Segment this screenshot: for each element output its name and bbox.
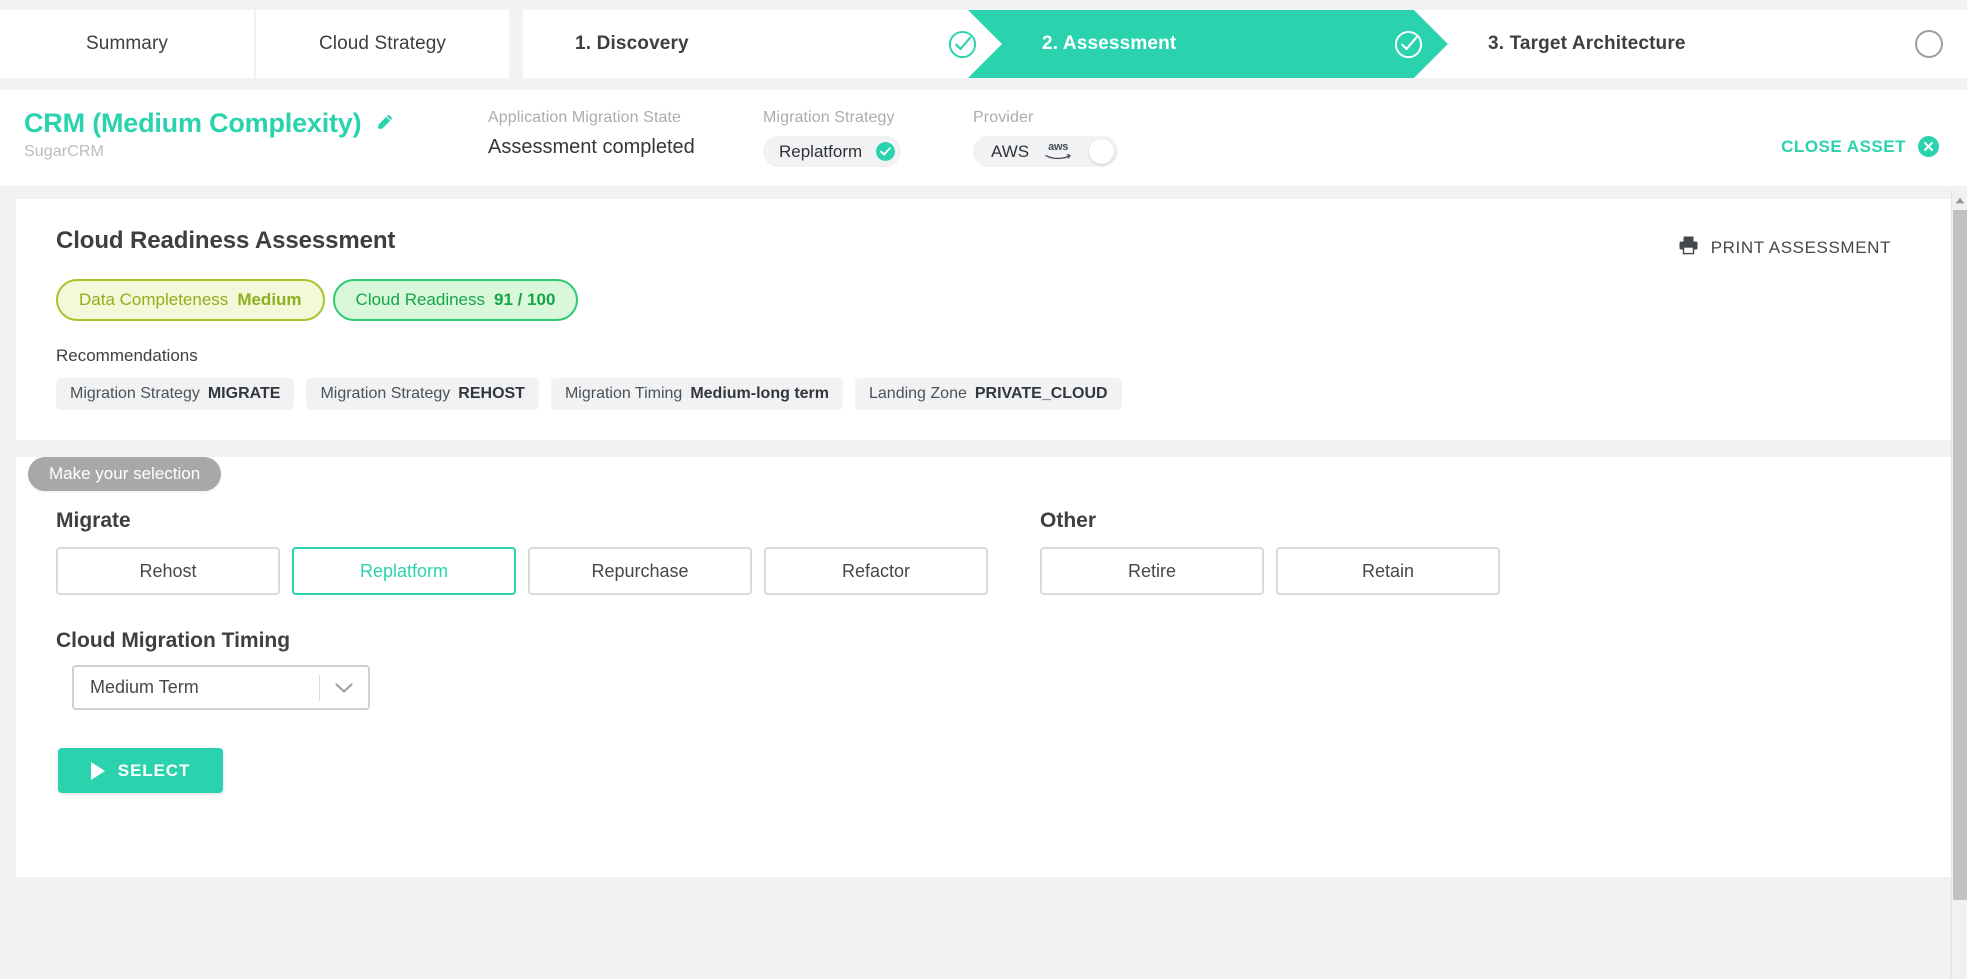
- assessment-title: Cloud Readiness Assessment: [56, 227, 396, 254]
- migration-strategy-pill[interactable]: Replatform: [763, 136, 902, 167]
- scroll-up-arrow-icon[interactable]: [1952, 192, 1967, 208]
- empty-circle-icon: [1875, 30, 1943, 58]
- recommendation-chip: Migration Timing Medium-long term: [550, 378, 843, 410]
- recommendations-list: Migration Strategy MIGRATE Migration Str…: [56, 378, 1921, 410]
- cloud-migration-timing-value: Medium Term: [90, 677, 199, 697]
- make-your-selection-tab[interactable]: Make your selection: [28, 457, 222, 491]
- tab-summary-label: Summary: [86, 33, 168, 54]
- badge-value: 91 / 100: [494, 290, 556, 309]
- provider-toggle-knob[interactable]: [1089, 139, 1115, 164]
- status-badge-cloud-readiness: Cloud Readiness 91 / 100: [332, 279, 579, 321]
- group-migrate-title: Migrate: [56, 509, 131, 532]
- selection-panel: Migrate Rehost Replatform Repurchase Ref…: [16, 457, 1951, 877]
- group-other-title: Other: [1040, 509, 1097, 532]
- provider-toggle-pill[interactable]: AWS aws: [973, 136, 1119, 167]
- pencil-icon[interactable]: [375, 112, 395, 137]
- option-retire[interactable]: Retire: [1040, 547, 1264, 595]
- check-circle-filled-icon: [876, 142, 896, 161]
- recommendation-value: Medium-long term: [690, 385, 829, 402]
- step-assessment-label: 2. Assessment: [1042, 33, 1177, 54]
- badge-name: Data Completeness: [79, 290, 229, 309]
- recommendation-chip: Migration Strategy MIGRATE: [56, 378, 295, 410]
- option-retain[interactable]: Retain: [1276, 547, 1500, 595]
- recommendation-name: Landing Zone: [869, 385, 967, 402]
- step-discovery-label: 1. Discovery: [575, 33, 689, 54]
- cloud-migration-timing-field: Cloud Migration Timing Medium Term: [56, 629, 1911, 710]
- option-replatform[interactable]: Replatform: [292, 547, 516, 595]
- provider-value: AWS: [991, 141, 1030, 161]
- recommendation-value: PRIVATE_CLOUD: [974, 385, 1108, 402]
- migration-state-field: Application Migration State Assessment c…: [488, 104, 763, 159]
- migration-strategy-label: Migration Strategy: [763, 109, 895, 126]
- print-assessment-label: PRINT ASSESSMENT: [1710, 237, 1891, 257]
- recommendation-chip: Landing Zone PRIVATE_CLOUD: [855, 378, 1122, 410]
- make-your-selection-label: Make your selection: [49, 464, 201, 483]
- recommendation-name: Migration Timing: [564, 385, 683, 402]
- asset-identity: CRM (Medium Complexity) SugarCRM: [24, 104, 454, 161]
- status-badge-data-completeness: Data Completeness Medium: [56, 279, 325, 321]
- tab-summary[interactable]: Summary: [0, 10, 254, 78]
- page-title: CRM (Medium Complexity): [24, 108, 362, 138]
- provider-label: Provider: [973, 109, 1034, 126]
- cloud-migration-timing-label: Cloud Migration Timing: [56, 629, 291, 652]
- migration-state-value: Assessment completed: [488, 136, 695, 158]
- option-refactor[interactable]: Refactor: [764, 547, 988, 595]
- asset-header: CRM (Medium Complexity) SugarCRM Applica…: [0, 90, 1967, 186]
- vertical-scrollbar[interactable]: [1951, 190, 1967, 979]
- cloud-migration-timing-select[interactable]: Medium Term: [72, 665, 370, 710]
- badge-name: Cloud Readiness: [355, 290, 486, 309]
- main-content: Cloud Readiness Assessment PRINT ASSESSM…: [0, 199, 1967, 877]
- tab-cloud-strategy[interactable]: Cloud Strategy: [256, 10, 509, 78]
- recommendations-title: Recommendations: [56, 346, 198, 365]
- selection-section: Make your selection Migrate Rehost Repla…: [16, 457, 1951, 877]
- recommendation-chip: Migration Strategy REHOST: [306, 378, 539, 410]
- printer-icon: [1678, 235, 1699, 260]
- close-circle-icon: [1918, 136, 1939, 157]
- option-repurchase[interactable]: Repurchase: [528, 547, 752, 595]
- assessment-badges: Data Completeness Medium Cloud Readiness…: [56, 279, 1921, 321]
- migration-strategy-value: Replatform: [779, 141, 863, 161]
- select-button-label: SELECT: [117, 760, 191, 780]
- tab-cloud-strategy-label: Cloud Strategy: [318, 33, 447, 54]
- recommendation-value: MIGRATE: [207, 385, 281, 402]
- group-migrate-options: Rehost Replatform Repurchase Refactor: [56, 547, 1000, 595]
- asset-subtitle: SugarCRM: [24, 143, 104, 160]
- check-circle-icon: [907, 29, 978, 60]
- group-other-options: Retire Retain: [1040, 547, 1512, 595]
- step-discovery[interactable]: 1. Discovery: [523, 10, 1002, 78]
- select-button[interactable]: SELECT: [58, 748, 223, 793]
- step-assessment[interactable]: 2. Assessment: [968, 10, 1448, 78]
- group-migrate: Migrate Rehost Replatform Repurchase Ref…: [56, 509, 1000, 595]
- strategy-option-groups: Migrate Rehost Replatform Repurchase Ref…: [56, 509, 1911, 595]
- print-assessment-button[interactable]: PRINT ASSESSMENT: [1678, 235, 1891, 260]
- top-bar: Summary Cloud Strategy 1. Discovery 2. A…: [0, 0, 1967, 88]
- migration-strategy-field: Migration Strategy Replatform: [763, 104, 973, 167]
- migration-state-label: Application Migration State: [488, 109, 682, 126]
- recommendation-name: Migration Strategy: [320, 385, 451, 402]
- close-asset-button[interactable]: CLOSE ASSET: [1781, 136, 1939, 157]
- scrollbar-thumb[interactable]: [1953, 210, 1967, 900]
- badge-value: Medium: [237, 290, 302, 309]
- play-icon: [90, 761, 105, 780]
- option-rehost[interactable]: Rehost: [56, 547, 280, 595]
- group-other: Other Retire Retain: [1040, 509, 1512, 595]
- stepper: 1. Discovery 2. Assessment 3. Target Arc…: [523, 10, 1967, 78]
- provider-field: Provider AWS aws: [973, 104, 1233, 167]
- cloud-readiness-assessment-card: Cloud Readiness Assessment PRINT ASSESSM…: [16, 199, 1951, 440]
- recommendation-value: REHOST: [458, 385, 525, 402]
- close-asset-label: CLOSE ASSET: [1781, 136, 1906, 156]
- recommendation-name: Migration Strategy: [70, 385, 200, 402]
- aws-logo-icon: aws: [1045, 141, 1071, 160]
- step-target-architecture[interactable]: 3. Target Architecture: [1414, 10, 1967, 78]
- chevron-down-icon[interactable]: [320, 682, 368, 694]
- step-target-architecture-label: 3. Target Architecture: [1488, 33, 1686, 54]
- check-circle-icon: [1353, 29, 1424, 60]
